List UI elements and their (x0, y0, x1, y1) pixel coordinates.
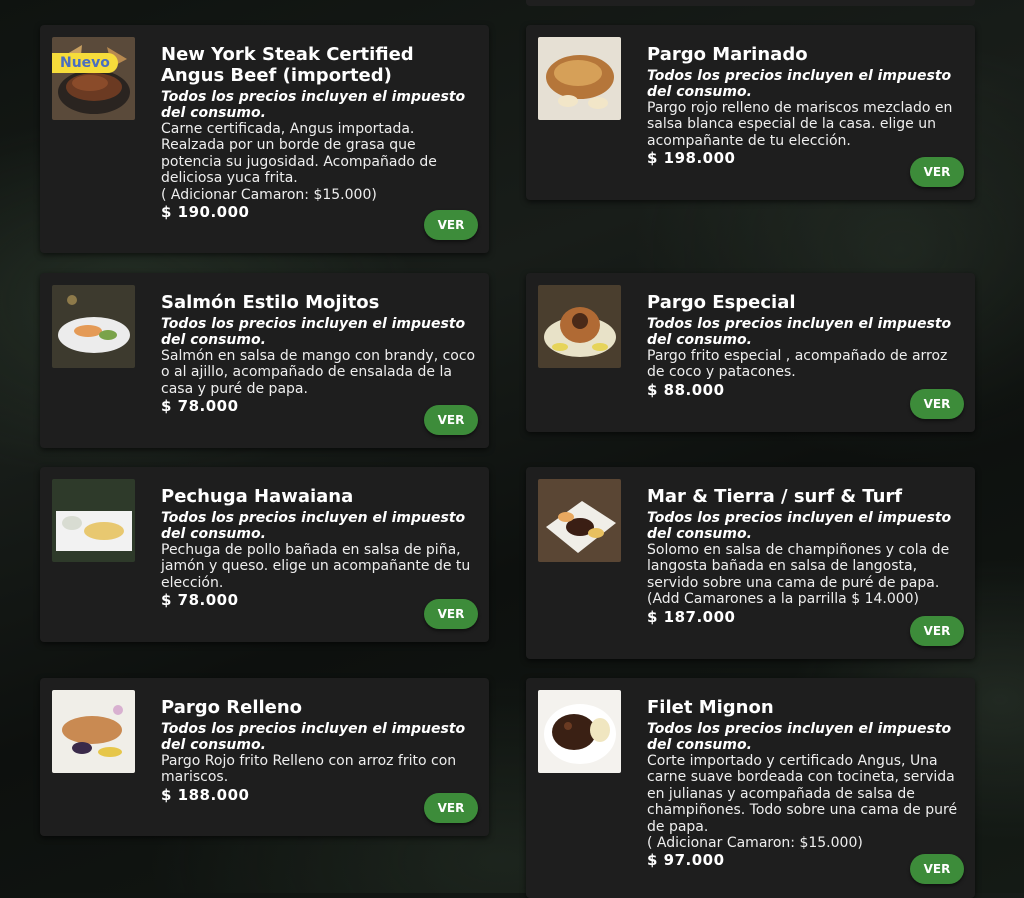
view-button[interactable]: VER (910, 854, 964, 884)
steak-dish-icon (52, 37, 135, 120)
view-button[interactable]: VER (424, 210, 478, 240)
item-title: New York Steak Certified Angus Beef (imp… (161, 44, 414, 86)
view-button[interactable]: VER (910, 389, 964, 419)
tax-note: Todos los precios incluyen el impuesto d… (161, 721, 466, 753)
view-button[interactable]: VER (424, 599, 478, 629)
item-description: Corte importado y certificado Angus, Una… (647, 753, 958, 852)
menu-item-card[interactable]: Pargo Especial Todos los precios incluye… (526, 273, 975, 432)
item-description: Salmón en salsa de mango con brandy, coc… (161, 348, 476, 397)
view-button[interactable]: VER (910, 616, 964, 646)
tax-note: Todos los precios incluyen el impuesto d… (647, 721, 952, 753)
menu-item-card[interactable]: Salmón Estilo Mojitos Todos los precios … (40, 273, 489, 448)
item-description: Pargo frito especial , acompañado de arr… (647, 348, 948, 381)
salmon-plate-icon (52, 285, 135, 368)
tax-note: Todos los precios incluyen el impuesto d… (647, 316, 952, 348)
menu-item-card[interactable]: Pargo Relleno Todos los precios incluyen… (40, 678, 489, 836)
surf-turf-icon (538, 479, 621, 562)
view-button[interactable]: VER (424, 793, 478, 823)
view-button[interactable]: VER (424, 405, 478, 435)
item-title: Salmón Estilo Mojitos (161, 292, 380, 313)
menu-item-card[interactable]: Pechuga Hawaiana Todos los precios inclu… (40, 467, 489, 642)
item-title: Filet Mignon (647, 697, 774, 718)
filet-mignon-icon (538, 690, 621, 773)
new-badge: Nuevo (52, 53, 118, 73)
tax-note: Todos los precios incluyen el impuesto d… (161, 510, 466, 542)
chicken-plate-icon (52, 479, 135, 562)
stuffed-fish-icon (52, 690, 135, 773)
tax-note: Todos los precios incluyen el impuesto d… (647, 68, 952, 100)
item-description: Carne certificada, Angus importada. Real… (161, 121, 437, 203)
menu-item-card[interactable]: Pargo Marinado Todos los precios incluye… (526, 25, 975, 200)
menu-item-card[interactable]: Filet Mignon Todos los precios incluyen … (526, 678, 975, 898)
tax-note: Todos los precios incluyen el impuesto d… (647, 510, 952, 542)
item-description: Solomo en salsa de champiñones y cola de… (647, 542, 950, 608)
menu-item-card[interactable]: Nuevo New York Steak Certified Angus Bee… (40, 25, 489, 253)
item-title: Pargo Relleno (161, 697, 303, 718)
fish-platter-icon (538, 285, 621, 368)
fried-fish-icon (538, 37, 621, 120)
tax-note: Todos los precios incluyen el impuesto d… (161, 316, 466, 348)
view-button[interactable]: VER (910, 157, 964, 187)
item-title: Pechuga Hawaiana (161, 486, 354, 507)
item-description: Pechuga de pollo bañada en salsa de piña… (161, 542, 471, 591)
item-title: Pargo Especial (647, 292, 796, 313)
item-title: Pargo Marinado (647, 44, 808, 65)
previous-card-edge (526, 0, 975, 6)
item-title: Mar & Tierra / surf & Turf (647, 486, 903, 507)
item-description: Pargo Rojo frito Relleno con arroz frito… (161, 753, 457, 786)
menu-item-card[interactable]: Mar & Tierra / surf & Turf Todos los pre… (526, 467, 975, 659)
tax-note: Todos los precios incluyen el impuesto d… (161, 89, 466, 121)
item-description: Pargo rojo relleno de mariscos mezclado … (647, 100, 953, 149)
